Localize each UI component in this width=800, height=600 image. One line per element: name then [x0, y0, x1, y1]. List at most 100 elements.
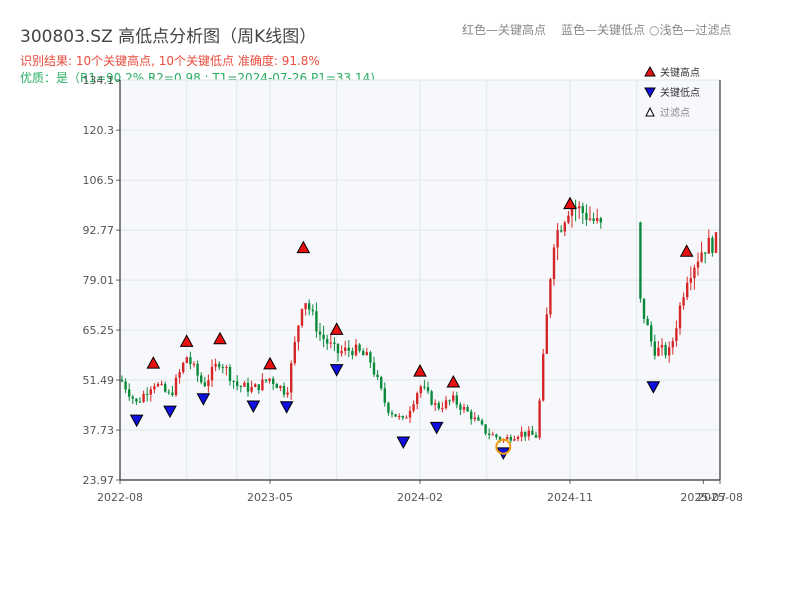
candle-body: [660, 344, 664, 348]
candle-body: [462, 406, 466, 410]
x-tick-label: 2023-05: [247, 491, 293, 504]
candle-body: [124, 381, 127, 390]
x-tick-label: 2022-08: [97, 491, 143, 504]
candle-body: [441, 408, 444, 410]
candle-body: [419, 386, 422, 394]
candle-body: [426, 387, 430, 392]
candle-body: [513, 439, 516, 441]
candle-body: [506, 437, 509, 440]
candle-body: [196, 363, 199, 376]
candle-body: [376, 374, 379, 378]
candle-body: [545, 314, 548, 354]
candle-body: [437, 403, 440, 409]
candle-body: [455, 395, 458, 405]
legend-high-icon: [644, 65, 656, 77]
candle-body: [218, 363, 221, 368]
candlestick-chart: 134.1 120.3 106.5 92.77 79.01 65.25 51.49 37.73…: [83, 65, 743, 504]
y-tick-label: 79.01: [83, 274, 115, 287]
y-tick-label: 65.25: [83, 324, 115, 337]
candle-body: [135, 398, 138, 402]
candle-body: [538, 400, 541, 438]
candle-body: [326, 339, 329, 344]
y-tick-label: 92.77: [83, 224, 115, 237]
candle-body: [653, 341, 656, 356]
candle-body: [333, 342, 336, 344]
candle-body: [552, 247, 556, 280]
candle-body: [279, 385, 282, 389]
candle-body: [232, 380, 235, 382]
candle-body: [470, 411, 473, 420]
legend-label: 过滤点: [660, 106, 690, 119]
candle-body: [228, 366, 232, 381]
candle-body: [293, 341, 296, 364]
candle-body: [459, 404, 462, 410]
candle-body: [344, 347, 347, 351]
candle-body: [491, 434, 494, 436]
candle-body: [286, 392, 289, 395]
candle-body: [657, 347, 660, 356]
candle-body: [430, 391, 433, 405]
candle-body: [412, 404, 415, 411]
candle-body: [261, 379, 264, 391]
candle-body: [599, 218, 602, 223]
candle-body: [390, 412, 394, 415]
candle-body: [358, 344, 361, 351]
candle-body: [394, 414, 397, 417]
candle-body: [236, 381, 239, 387]
candle-body: [480, 420, 484, 425]
candle-body: [290, 363, 293, 393]
candle-body: [347, 347, 350, 351]
candle-body: [264, 379, 268, 381]
candle-body: [120, 379, 124, 382]
candle-body: [689, 278, 692, 283]
candle-body: [329, 342, 332, 344]
x-tick-label: 2024-02: [397, 491, 443, 504]
candle-body: [372, 362, 376, 375]
candle-body: [340, 350, 343, 354]
candle-body: [322, 334, 325, 340]
x-tick-label: 2024-11: [547, 491, 593, 504]
candle-body: [254, 384, 257, 387]
candle-body: [282, 385, 286, 395]
candle-body: [563, 222, 566, 232]
candle-body: [128, 389, 131, 397]
candle-body: [149, 389, 152, 395]
x-tick-label: 2025-08: [697, 491, 743, 504]
candle-body: [556, 230, 559, 248]
candle-body: [650, 325, 653, 342]
candle-body: [592, 218, 595, 221]
candle-body: [434, 403, 437, 405]
candle-body: [275, 383, 278, 389]
candle-body: [318, 331, 322, 335]
candle-body: [401, 416, 404, 418]
candle-body: [239, 386, 242, 388]
candle-body: [185, 357, 188, 363]
candle-body: [520, 431, 523, 437]
candle-body: [678, 305, 682, 329]
candle-body: [315, 311, 318, 332]
candle-body: [560, 230, 563, 232]
candle-body: [214, 363, 217, 367]
candle-body: [484, 424, 487, 434]
candle-body: [182, 362, 185, 373]
candle-body: [585, 212, 588, 220]
y-tick-label: 120.3: [83, 124, 115, 137]
candle-body: [704, 252, 707, 254]
candle-body: [682, 297, 685, 306]
candle-body: [297, 325, 300, 342]
candle-body: [534, 434, 538, 438]
candle-body: [311, 309, 314, 312]
candle-body: [156, 384, 160, 387]
candle-body: [466, 406, 469, 412]
candle-body: [308, 303, 311, 310]
candle-body: [531, 430, 534, 435]
candle-body: [174, 377, 178, 396]
candle-body: [268, 378, 271, 381]
candle-body: [675, 328, 678, 342]
candle-body: [488, 433, 491, 436]
candle-body: [178, 372, 181, 378]
candle-body: [686, 282, 689, 298]
candle-body: [153, 386, 156, 390]
candle-body: [408, 410, 412, 418]
candle-body: [189, 357, 192, 364]
